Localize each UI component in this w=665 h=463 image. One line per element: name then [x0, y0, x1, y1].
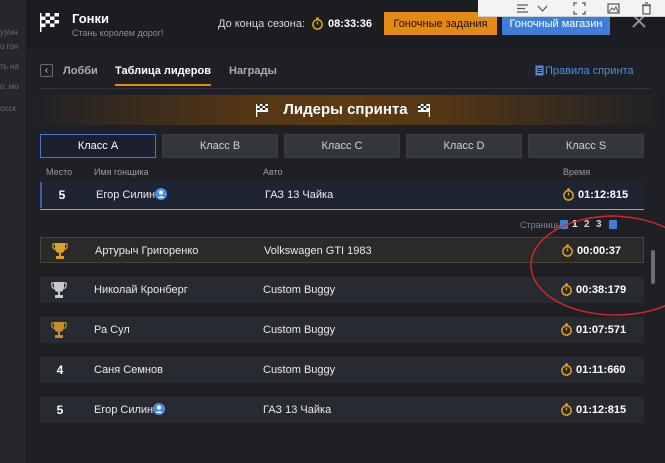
bronze-cup-icon: [51, 322, 67, 338]
leaderboard-row[interactable]: 4 Саня Семнов Custom Buggy 01:11:660: [40, 357, 644, 383]
row-car: Custom Buggy: [263, 364, 336, 376]
background-text: о: мо: [0, 82, 19, 91]
column-header-time: Время: [563, 167, 591, 177]
modal-tabs: ‹ Лобби Таблица лидеров Награды Правила …: [26, 58, 665, 86]
tab-lobby[interactable]: Лобби: [63, 65, 98, 77]
back-button[interactable]: ‹: [40, 64, 53, 77]
row-car: ГАЗ 13 Чайка: [263, 404, 332, 416]
user-badge-icon: [153, 403, 165, 415]
class-b-button[interactable]: Класс B: [162, 134, 278, 158]
trash-icon[interactable]: [640, 2, 653, 15]
checkered-flag-icon: [418, 104, 430, 117]
row-racer-name: Егор Силин: [94, 404, 154, 416]
row-car: Custom Buggy: [263, 324, 336, 336]
gold-cup-icon: [52, 243, 68, 259]
row-place: 4: [56, 363, 64, 377]
sprint-leaders-banner: Лидеры спринта: [26, 95, 665, 125]
stopwatch-icon: [312, 17, 323, 30]
background-text: осск: [0, 104, 16, 113]
row-car: Custom Buggy: [263, 284, 336, 296]
row-place: 5: [56, 403, 64, 417]
tab-rewards[interactable]: Награды: [229, 65, 277, 77]
row-racer-name: Саня Семнов: [94, 364, 163, 376]
season-countdown-time: 08:33:36: [328, 18, 373, 30]
tab-leaderboard[interactable]: Таблица лидеров: [115, 65, 211, 77]
checkered-flag-logo-icon: [40, 13, 59, 32]
column-header-racer: Имя гонщика: [94, 167, 149, 177]
column-header-place: Место: [46, 167, 73, 177]
background-text: о гон: [0, 42, 19, 51]
row-place: 5: [58, 188, 66, 202]
row-car: ГАЗ 13 Чайка: [265, 189, 334, 201]
row-racer-name: Артурыч Григоренко: [95, 245, 199, 257]
my-position-row[interactable]: 5 Егор Силин ГАЗ 13 Чайка 01:12:815: [40, 182, 644, 208]
class-a-button[interactable]: Класс A: [40, 134, 156, 158]
row-time: 01:12:815: [578, 189, 629, 201]
row-racer-name: Николай Кронберг: [94, 284, 188, 296]
stopwatch-icon: [561, 323, 572, 336]
class-selector: Класс A Класс B Класс C Класс D Класс S: [40, 134, 658, 158]
tabs-divider: [40, 88, 651, 89]
game-title: Гонки: [72, 11, 110, 26]
active-tab-indicator: [115, 84, 211, 86]
leaderboard-row[interactable]: 5 Егор Силин ГАЗ 13 Чайка 01:12:815: [40, 397, 644, 423]
red-annotation-circle: [530, 215, 665, 316]
leaderboard-row[interactable]: Ра Сул Custom Buggy 01:07:571: [40, 317, 644, 343]
align-icon[interactable]: [516, 2, 529, 15]
class-s-button[interactable]: Класс S: [528, 134, 644, 158]
fullscreen-icon[interactable]: [573, 2, 586, 15]
row-separator: [40, 209, 644, 210]
background-text: ть на: [0, 62, 19, 71]
game-subtitle: Стань королем дорог!: [72, 28, 164, 38]
races-modal: Гонки Стань королем дорог! До конца сезо…: [26, 0, 665, 463]
document-icon: [535, 65, 544, 76]
row-car: Volkswagen GTI 1983: [264, 245, 372, 257]
banner-title: Лидеры спринта: [283, 101, 408, 118]
row-time: 01:12:815: [576, 404, 627, 416]
class-c-button[interactable]: Класс C: [284, 134, 400, 158]
sprint-rules-link[interactable]: Правила спринта: [545, 65, 634, 77]
image-toolbar: [478, 0, 665, 17]
chevron-down-icon[interactable]: [536, 2, 549, 15]
user-badge-icon: [155, 188, 167, 200]
season-countdown-label: До конца сезона:: [218, 18, 306, 30]
row-time: 01:11:660: [576, 364, 626, 376]
class-d-button[interactable]: Класс D: [406, 134, 522, 158]
stopwatch-icon: [561, 403, 572, 416]
background-text: у)/ин: [0, 28, 18, 37]
silver-cup-icon: [51, 282, 67, 298]
column-header-car: Авто: [263, 167, 283, 177]
stopwatch-icon: [563, 188, 574, 201]
background-page: у)/ин о гон ть на о: мо осск: [0, 0, 26, 463]
row-time: 01:07:571: [576, 324, 627, 336]
stopwatch-icon: [561, 363, 572, 376]
image-icon[interactable]: [607, 2, 620, 15]
row-racer-name: Егор Силин: [96, 189, 156, 201]
row-racer-name: Ра Сул: [94, 324, 130, 336]
